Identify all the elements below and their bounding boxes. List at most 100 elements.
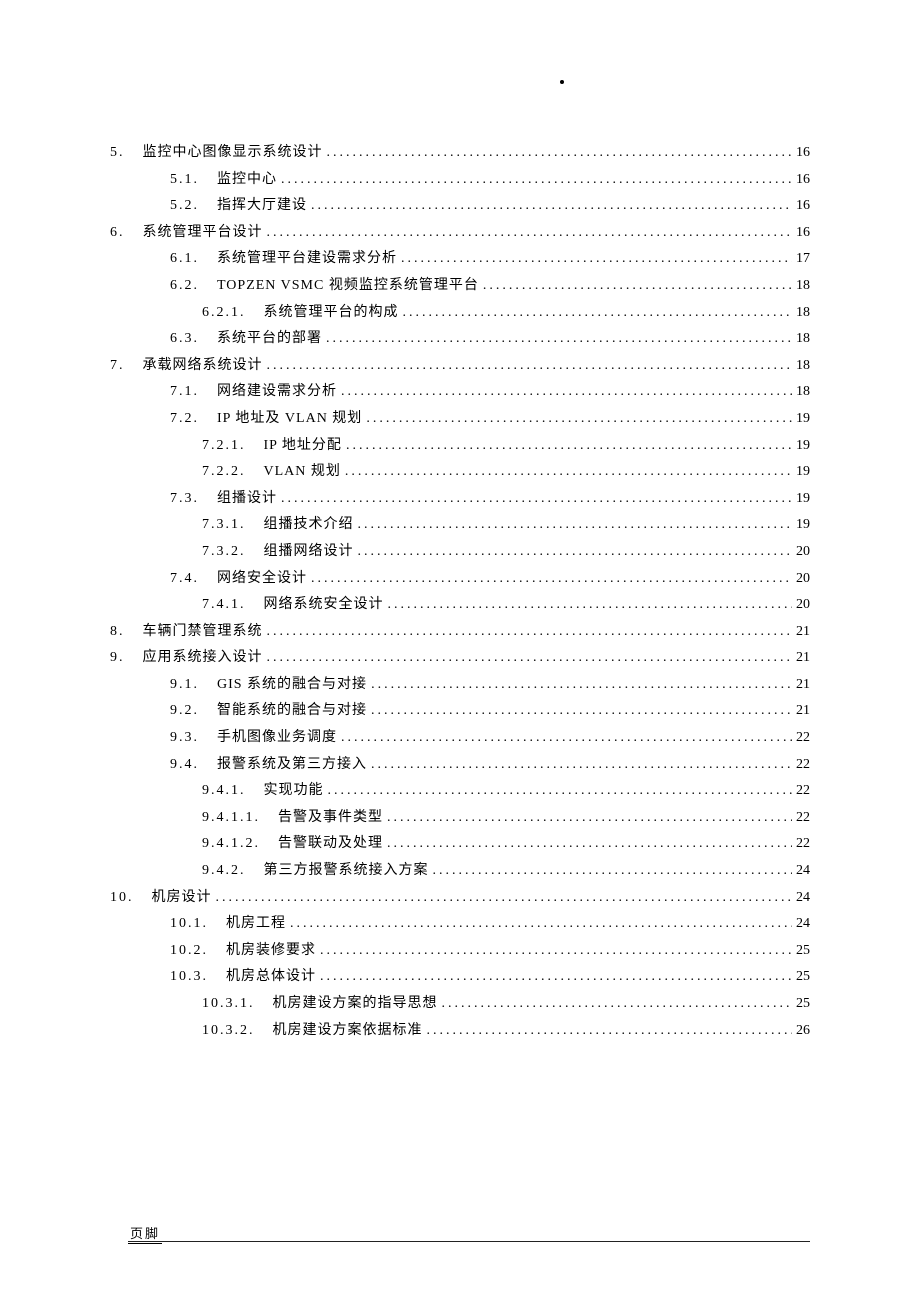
toc-leader: ........................................… [212, 885, 793, 912]
toc-entry[interactable]: 7.4.1.网络系统安全设计..........................… [202, 592, 810, 619]
toc-page-number: 19 [792, 512, 810, 539]
toc-number: 9.2. [170, 698, 199, 725]
toc-page-number: 21 [792, 645, 810, 672]
toc-title: 系统管理平台的构成 [264, 300, 399, 327]
toc-number: 10.1. [170, 911, 208, 938]
toc-entry[interactable]: 10.2. 机房装修要求.............................… [170, 938, 810, 965]
toc-leader: ........................................… [479, 273, 792, 300]
toc-leader: ........................................… [324, 778, 793, 805]
toc-title: 机房工程 [226, 911, 286, 938]
toc-entry[interactable]: 9.4.2.第三方报警系统接入方案.......................… [202, 858, 810, 885]
toc-leader: ........................................… [263, 645, 793, 672]
toc-number: 6.2. [170, 273, 199, 300]
toc-leader: ........................................… [438, 991, 793, 1018]
toc-title: VLAN 规划 [264, 459, 341, 486]
toc-entry[interactable]: 5.1.监控中心................................… [170, 167, 810, 194]
toc-leader: ........................................… [362, 406, 792, 433]
toc-leader: ........................................… [383, 805, 792, 832]
toc-entry[interactable]: 10.3.机房总体设计.............................… [170, 964, 810, 991]
toc-leader: ........................................… [354, 539, 793, 566]
toc-title: 机房建设方案的指导思想 [273, 991, 438, 1018]
toc-number: 6. [110, 220, 125, 247]
toc-page-number: 17 [792, 246, 810, 273]
toc-entry[interactable]: 6.系统管理平台设计..............................… [110, 220, 810, 247]
toc-entry[interactable]: 5.2.指挥大厅建设..............................… [170, 193, 810, 220]
toc-title: 组播网络设计 [264, 539, 354, 566]
toc-entry[interactable]: 9.3.手机图像业务调度............................… [170, 725, 810, 752]
toc-leader: ........................................… [307, 193, 792, 220]
toc-entry[interactable]: 6.3.系统平台的部署.............................… [170, 326, 810, 353]
toc-number: 9.3. [170, 725, 199, 752]
toc-page-number: 16 [792, 193, 810, 220]
toc-page-number: 21 [792, 698, 810, 725]
toc-page-number: 21 [792, 619, 810, 646]
toc-entry[interactable]: 7.3.组播设计................................… [170, 486, 810, 513]
toc-entry[interactable]: 7.承载网络系统设计..............................… [110, 353, 810, 380]
toc-leader: ........................................… [316, 938, 792, 965]
toc-entry[interactable]: 10.机房设计.................................… [110, 885, 810, 912]
toc-entry[interactable]: 9.4.报警系统及第三方接入..........................… [170, 752, 810, 779]
toc-entry[interactable]: 7.2.1.IP 地址分配...........................… [202, 433, 810, 460]
toc-entry[interactable]: 7.3.1.组播技术介绍............................… [202, 512, 810, 539]
toc-entry[interactable]: 9.2.智能系统的融合与对接..........................… [170, 698, 810, 725]
toc-leader: ........................................… [397, 246, 792, 273]
toc-entry[interactable]: 9.4.1.1. 告警及事件类型.........................… [202, 805, 810, 832]
toc-page-number: 24 [792, 858, 810, 885]
toc-leader: ........................................… [263, 353, 793, 380]
toc-leader: ........................................… [337, 725, 792, 752]
toc-number: 10.3.1. [202, 991, 255, 1018]
toc-entry[interactable]: 7.1.网络建设需求分析............................… [170, 379, 810, 406]
toc-title: 监控中心图像显示系统设计 [143, 140, 323, 167]
toc-entry[interactable]: 10.3.1. 机房建设方案的指导思想......................… [202, 991, 810, 1018]
toc-number: 10.3. [170, 964, 208, 991]
toc-leader: ........................................… [323, 140, 793, 167]
toc-entry[interactable]: 9.4.1.实现功能..............................… [202, 778, 810, 805]
toc-leader: ........................................… [263, 220, 793, 247]
toc-page-number: 22 [792, 725, 810, 752]
toc-page-number: 20 [792, 539, 810, 566]
toc-entry[interactable]: 7.2.IP 地址及 VLAN 规划......................… [170, 406, 810, 433]
toc-entry[interactable]: 9.4.1.2.告警联动及处理.........................… [202, 831, 810, 858]
toc-entry[interactable]: 9.1.GIS 系统的融合与对接........................… [170, 672, 810, 699]
toc-title: 告警联动及处理 [278, 831, 383, 858]
toc-number: 5.2. [170, 193, 199, 220]
toc-number: 7.4. [170, 566, 199, 593]
toc-title: 机房建设方案依据标准 [273, 1018, 423, 1045]
toc-number: 7.2.1. [202, 433, 246, 460]
toc-number: 10. [110, 885, 134, 912]
toc-entry[interactable]: 9.应用系统接入设计..............................… [110, 645, 810, 672]
toc-title: GIS 系统的融合与对接 [217, 672, 367, 699]
toc-leader: ........................................… [383, 831, 792, 858]
toc-entry[interactable]: 7.2.2.VLAN 规划...........................… [202, 459, 810, 486]
toc-entry[interactable]: 8.车辆门禁管理系统..............................… [110, 619, 810, 646]
toc-page-number: 25 [792, 964, 810, 991]
toc-page-number: 26 [792, 1018, 810, 1045]
toc-entry[interactable]: 5.监控中心图像显示系统设计..........................… [110, 140, 810, 167]
toc-leader: ........................................… [277, 167, 792, 194]
toc-number: 6.2.1. [202, 300, 246, 327]
toc-title: 组播设计 [217, 486, 277, 513]
toc-page-number: 20 [792, 566, 810, 593]
toc-page-number: 22 [792, 778, 810, 805]
toc-title: 机房装修要求 [226, 938, 316, 965]
toc-title: TOPZEN VSMC 视频监控系统管理平台 [217, 273, 479, 300]
toc-entry[interactable]: 7.4.网络安全设计..............................… [170, 566, 810, 593]
toc-number: 10.3.2. [202, 1018, 255, 1045]
toc-page-number: 20 [792, 592, 810, 619]
toc-entry[interactable]: 6.2.1.系统管理平台的构成.........................… [202, 300, 810, 327]
toc-entry[interactable]: 10.1.机房工程...............................… [170, 911, 810, 938]
toc-number: 9.4.1.1. [202, 805, 260, 832]
toc-title: 机房总体设计 [226, 964, 316, 991]
toc-title: 网络系统安全设计 [264, 592, 384, 619]
toc-number: 10.2. [170, 938, 208, 965]
toc-entry[interactable]: 7.3.2.组播网络设计............................… [202, 539, 810, 566]
toc-entry[interactable]: 6.2. TOPZEN VSMC 视频监控系统管理平台..............… [170, 273, 810, 300]
toc-leader: ........................................… [429, 858, 793, 885]
toc-entry[interactable]: 6.1.系统管理平台建设需求分析........................… [170, 246, 810, 273]
toc-page-number: 19 [792, 486, 810, 513]
toc-number: 8. [110, 619, 125, 646]
toc-title: 告警及事件类型 [278, 805, 383, 832]
toc-leader: ........................................… [423, 1018, 793, 1045]
toc-page-number: 16 [792, 220, 810, 247]
toc-entry[interactable]: 10.3.2. 机房建设方案依据标准.......................… [202, 1018, 810, 1045]
